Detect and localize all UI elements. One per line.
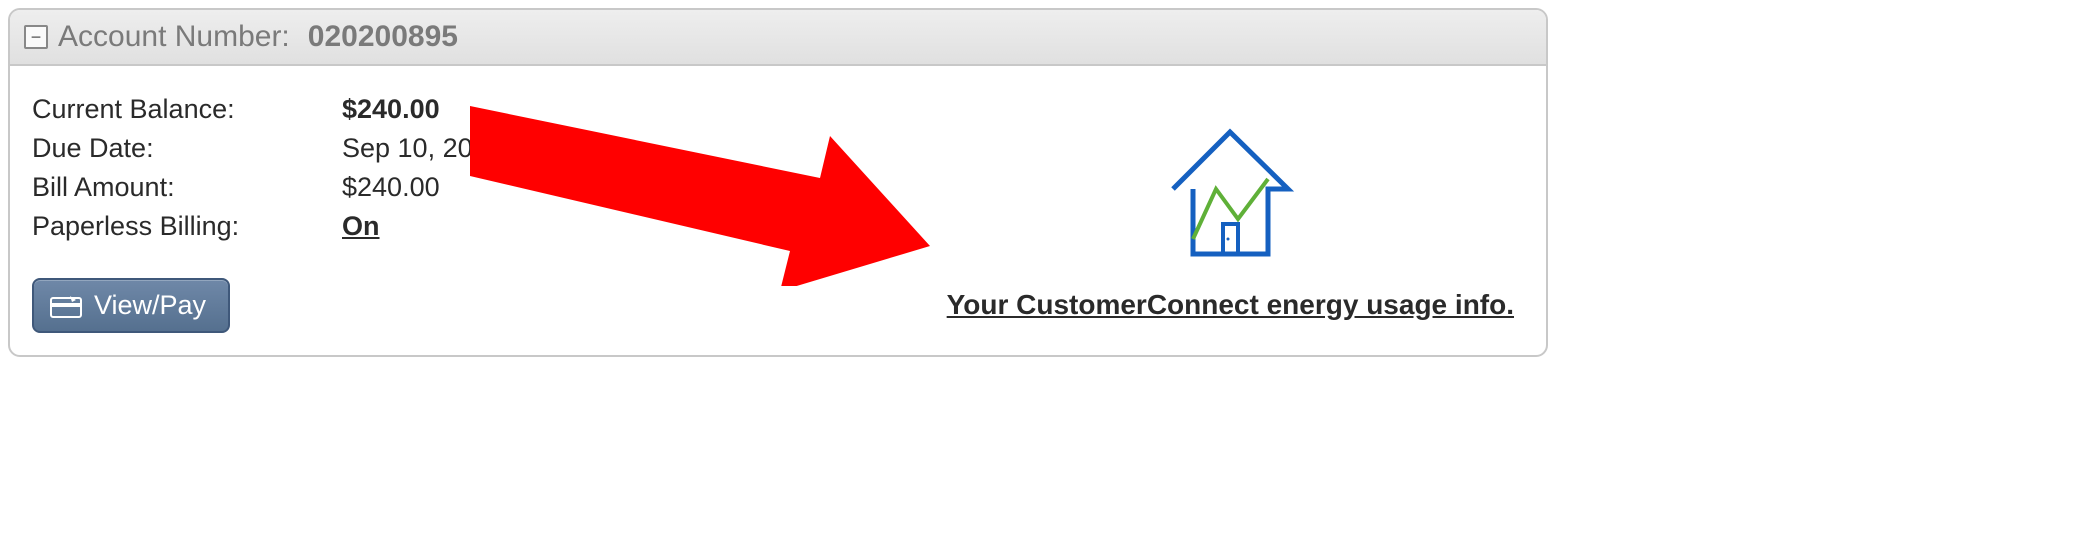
view-pay-button[interactable]: View/Pay	[32, 278, 230, 333]
bill-amount-value: $240.00	[342, 172, 440, 203]
account-panel: − Account Number: 020200895 Current Bala…	[8, 8, 1548, 357]
bill-amount-row: Bill Amount: $240.00	[32, 172, 503, 203]
collapse-toggle[interactable]: −	[24, 25, 48, 49]
account-number-label: Account Number:	[58, 20, 290, 54]
minus-icon: −	[31, 28, 42, 46]
current-balance-row: Current Balance: $240.00	[32, 94, 503, 125]
bill-amount-label: Bill Amount:	[32, 172, 342, 203]
due-date-value: Sep 10, 2021	[342, 133, 503, 164]
credit-card-icon	[50, 294, 82, 318]
energy-usage-link[interactable]: Your CustomerConnect energy usage info.	[947, 289, 1514, 321]
paperless-row: Paperless Billing: On	[32, 211, 503, 242]
current-balance-label: Current Balance:	[32, 94, 342, 125]
energy-usage-section: Your CustomerConnect energy usage info.	[947, 94, 1524, 333]
current-balance-value: $240.00	[342, 94, 440, 125]
billing-details: Current Balance: $240.00 Due Date: Sep 1…	[32, 94, 503, 333]
account-number-value: 020200895	[308, 20, 458, 54]
panel-header: − Account Number: 020200895	[10, 10, 1546, 66]
due-date-label: Due Date:	[32, 133, 342, 164]
paperless-value[interactable]: On	[342, 211, 380, 242]
panel-body: Current Balance: $240.00 Due Date: Sep 1…	[10, 66, 1546, 355]
view-pay-label: View/Pay	[94, 290, 206, 321]
annotation-arrow-icon	[470, 96, 930, 286]
paperless-label: Paperless Billing:	[32, 211, 342, 242]
due-date-row: Due Date: Sep 10, 2021	[32, 133, 503, 164]
house-up-arrow-icon	[1158, 124, 1303, 264]
